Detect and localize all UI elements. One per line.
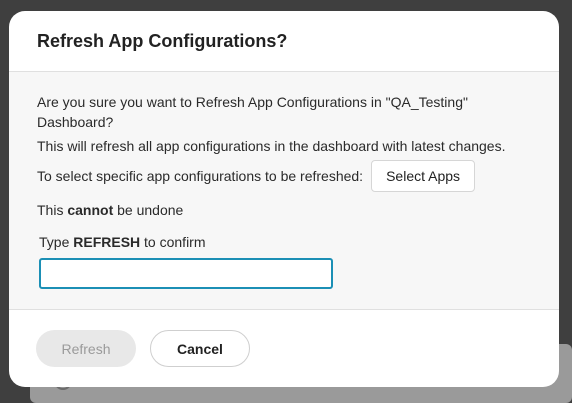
dialog-body: Are you sure you want to Refresh App Con… <box>9 72 559 310</box>
undone-bold: cannot <box>67 202 114 218</box>
confirm-question: Are you sure you want to Refresh App Con… <box>37 92 507 132</box>
dashboard-name: "QA_Testing" <box>385 94 468 110</box>
dialog-header: Refresh App Configurations? <box>9 11 559 72</box>
confirm-suffix: to confirm <box>140 234 206 250</box>
select-apps-row: To select specific app configurations to… <box>37 160 531 192</box>
refresh-button[interactable]: Refresh <box>36 330 136 367</box>
question-suffix: Dashboard? <box>37 114 114 130</box>
undone-warning: This cannot be undone <box>37 200 531 220</box>
undone-prefix: This <box>37 202 68 218</box>
cancel-button[interactable]: Cancel <box>150 330 250 367</box>
dialog-title: Refresh App Configurations? <box>37 30 288 51</box>
refresh-dialog: Refresh App Configurations? Are you sure… <box>9 11 559 387</box>
undone-suffix: be undone <box>113 202 184 218</box>
confirm-label: Type REFRESH to confirm <box>37 232 531 252</box>
select-apps-button[interactable]: Select Apps <box>371 160 476 192</box>
confirm-input[interactable] <box>39 258 333 289</box>
refresh-info: This will refresh all app configurations… <box>37 138 506 154</box>
confirm-keyword: REFRESH <box>73 234 141 250</box>
dialog-footer: Refresh Cancel <box>9 310 559 387</box>
confirm-prefix: Type <box>39 234 74 250</box>
question-prefix: Are you sure you want to Refresh App Con… <box>37 94 386 110</box>
select-prompt: To select specific app configurations to… <box>37 168 364 184</box>
